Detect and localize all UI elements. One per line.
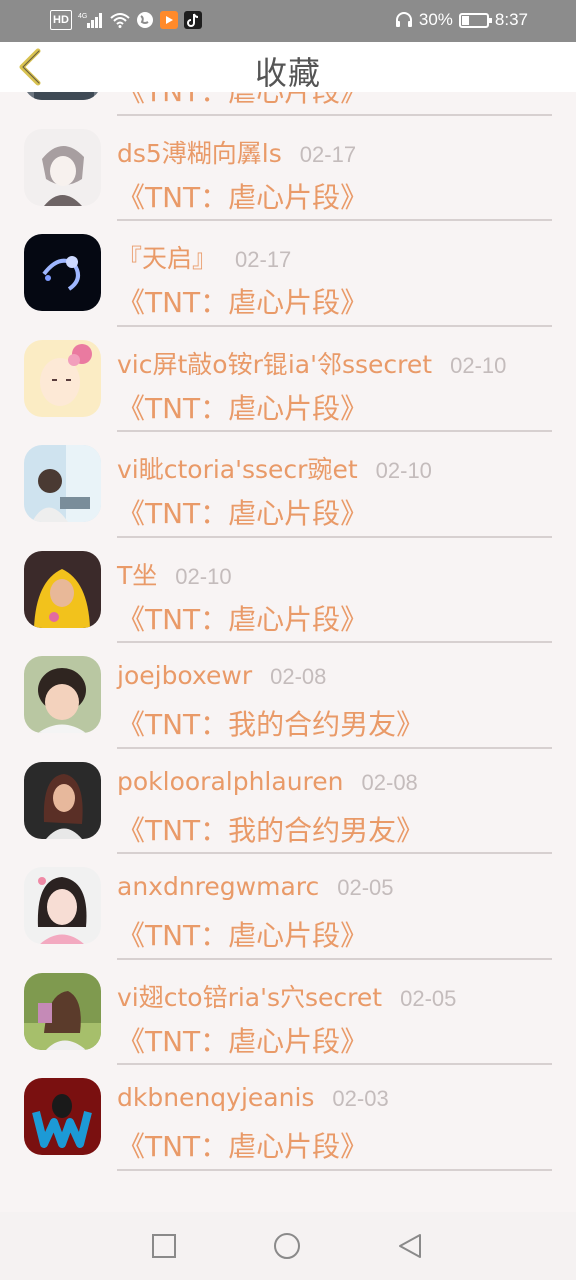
username: poklooralphlauren bbox=[117, 766, 344, 796]
work-title[interactable]: 《TNT：我的合约男友》 bbox=[117, 703, 424, 743]
work-title[interactable]: 《TNT：虐心片段》 bbox=[117, 492, 368, 532]
headphones-icon bbox=[395, 10, 413, 30]
work-title[interactable]: 《TNT：虐心片段》 bbox=[117, 281, 368, 321]
avatar[interactable] bbox=[24, 339, 101, 417]
username: vi眦ctoria'ssecr豌et bbox=[117, 455, 358, 484]
name-line: poklooralphlauren 02-08 bbox=[117, 767, 418, 796]
list-item[interactable]: ds5溥糊向羼ls 02-17 《TNT：虐心片段》 bbox=[0, 118, 576, 224]
work-title[interactable]: 《TNT：虐心片段》 bbox=[117, 1125, 368, 1165]
name-line: ds5溥糊向羼ls 02-17 bbox=[117, 134, 356, 170]
work-title[interactable]: 《TNT：虐心片段》 bbox=[117, 598, 368, 638]
avatar[interactable] bbox=[24, 1078, 101, 1155]
divider bbox=[117, 430, 552, 432]
name-line: T坐 02-10 bbox=[117, 556, 232, 592]
hd-icon: HD bbox=[50, 10, 72, 30]
date: 02-17 bbox=[299, 141, 357, 167]
app-header: 收藏 bbox=[0, 42, 576, 92]
avatar[interactable] bbox=[24, 550, 101, 628]
battery-icon bbox=[458, 12, 492, 28]
square-icon bbox=[152, 1234, 176, 1258]
list-item[interactable]: T坐 02-10 《TNT：虐心片段》 bbox=[0, 540, 576, 646]
date: 02-08 bbox=[270, 664, 327, 689]
circle-icon bbox=[274, 1233, 300, 1259]
list-item[interactable]: vi翅cto锫ria's穴secret 02-05 《TNT：虐心片段》 bbox=[0, 962, 576, 1068]
username: T坐 bbox=[117, 560, 158, 590]
status-bar: HD 4G 30% 8:37 bbox=[0, 0, 576, 42]
status-right: 30% 8:37 bbox=[395, 10, 528, 30]
date: 02-10 bbox=[175, 563, 232, 589]
name-line: vi翅cto锫ria's穴secret 02-05 bbox=[117, 978, 456, 1014]
divider bbox=[117, 1168, 552, 1171]
avatar[interactable] bbox=[24, 656, 101, 733]
avatar[interactable] bbox=[24, 761, 101, 839]
status-left: HD 4G bbox=[50, 10, 202, 30]
divider bbox=[117, 852, 552, 854]
date: 02-10 bbox=[450, 352, 507, 378]
avatar[interactable] bbox=[24, 867, 101, 944]
work-title[interactable]: 《TNT：虐心片段》 bbox=[117, 387, 368, 427]
work-title[interactable]: 《TNT：虐心片段》 bbox=[117, 914, 368, 954]
name-line: dkbnenqyjeanis 02-03 bbox=[117, 1083, 389, 1112]
home-button[interactable] bbox=[273, 1232, 301, 1260]
username: vi翅cto锫ria's穴secret bbox=[117, 982, 383, 1012]
divider bbox=[117, 1063, 552, 1065]
username: dkbnenqyjeanis bbox=[117, 1083, 315, 1112]
name-line: 『天启』 02-17 bbox=[117, 239, 291, 275]
avatar[interactable] bbox=[24, 445, 101, 522]
date: 02-05 bbox=[400, 985, 457, 1011]
tiktok-icon bbox=[183, 11, 202, 29]
recents-button[interactable] bbox=[150, 1232, 178, 1260]
list-item[interactable]: joejboxewr 02-08 《TNT：我的合约男友》 bbox=[0, 645, 576, 751]
divider bbox=[117, 746, 552, 749]
username: joejboxewr bbox=[117, 661, 253, 690]
work-title[interactable]: 《TNT：我的合约男友》 bbox=[117, 809, 424, 849]
nav-back-button[interactable] bbox=[396, 1232, 424, 1260]
favorites-list[interactable]: calvinkleklnjeagns 02-17 《TNT：虐心片段》 ds5溥… bbox=[0, 92, 576, 1212]
work-title[interactable]: 《TNT：虐心片段》 bbox=[117, 1020, 368, 1060]
date: 02-10 bbox=[375, 458, 432, 483]
avatar[interactable] bbox=[24, 972, 101, 1050]
work-title[interactable]: 《TNT：虐心片段》 bbox=[117, 176, 368, 216]
signal-icon: 4G bbox=[78, 10, 104, 30]
list-item[interactable]: 『天启』 02-17 《TNT：虐心片段》 bbox=[0, 223, 576, 329]
date: 02-17 bbox=[235, 247, 292, 272]
name-line: anxdnregwmarc 02-05 bbox=[117, 872, 394, 901]
username: ds5溥糊向羼ls bbox=[117, 138, 282, 168]
divider bbox=[117, 219, 552, 221]
date: 02-08 bbox=[361, 769, 418, 795]
divider bbox=[117, 957, 552, 960]
divider bbox=[117, 641, 552, 643]
page-title: 收藏 bbox=[254, 54, 321, 92]
list-item[interactable]: calvinkleklnjeagns 02-17 《TNT：虐心片段》 bbox=[0, 92, 576, 118]
name-line: joejboxewr 02-08 bbox=[117, 661, 326, 690]
triangle-back-icon bbox=[399, 1234, 421, 1258]
work-title[interactable]: 《TNT：虐心片段》 bbox=[117, 92, 368, 110]
list-item[interactable]: vic屏t敲o铵r锟ia'邻ssecret 02-10 《TNT：虐心片段》 bbox=[0, 329, 576, 435]
list-item[interactable]: vi眦ctoria'ssecr豌et 02-10 《TNT：虐心片段》 bbox=[0, 434, 576, 540]
video-app-icon bbox=[159, 11, 178, 29]
globe-icon bbox=[136, 10, 154, 30]
avatar[interactable] bbox=[24, 128, 101, 206]
date: 02-05 bbox=[337, 875, 394, 900]
wifi-icon bbox=[110, 10, 130, 30]
divider bbox=[117, 535, 552, 538]
avatar[interactable] bbox=[24, 234, 101, 311]
clock: 8:37 bbox=[494, 10, 528, 29]
username: 『天启』 bbox=[117, 244, 218, 273]
divider bbox=[117, 324, 552, 327]
battery-percent: 30% bbox=[418, 10, 453, 29]
divider bbox=[117, 113, 552, 116]
system-nav-bar bbox=[0, 1212, 576, 1280]
list-item[interactable]: anxdnregwmarc 02-05 《TNT：虐心片段》 bbox=[0, 856, 576, 962]
username: anxdnregwmarc bbox=[117, 872, 320, 901]
date: 02-03 bbox=[332, 1086, 389, 1111]
favorites-list-content: calvinkleklnjeagns 02-17 《TNT：虐心片段》 ds5溥… bbox=[0, 92, 576, 1173]
name-line: vi眦ctoria'ssecr豌et 02-10 bbox=[117, 450, 432, 486]
username: vic屏t敲o铵r锟ia'邻ssecret bbox=[117, 349, 433, 379]
list-item[interactable]: poklooralphlauren 02-08 《TNT：我的合约男友》 bbox=[0, 751, 576, 857]
name-line: vic屏t敲o铵r锟ia'邻ssecret 02-10 bbox=[117, 345, 506, 381]
list-item[interactable]: dkbnenqyjeanis 02-03 《TNT：虐心片段》 bbox=[0, 1067, 576, 1173]
network-label: 4G bbox=[78, 13, 87, 20]
